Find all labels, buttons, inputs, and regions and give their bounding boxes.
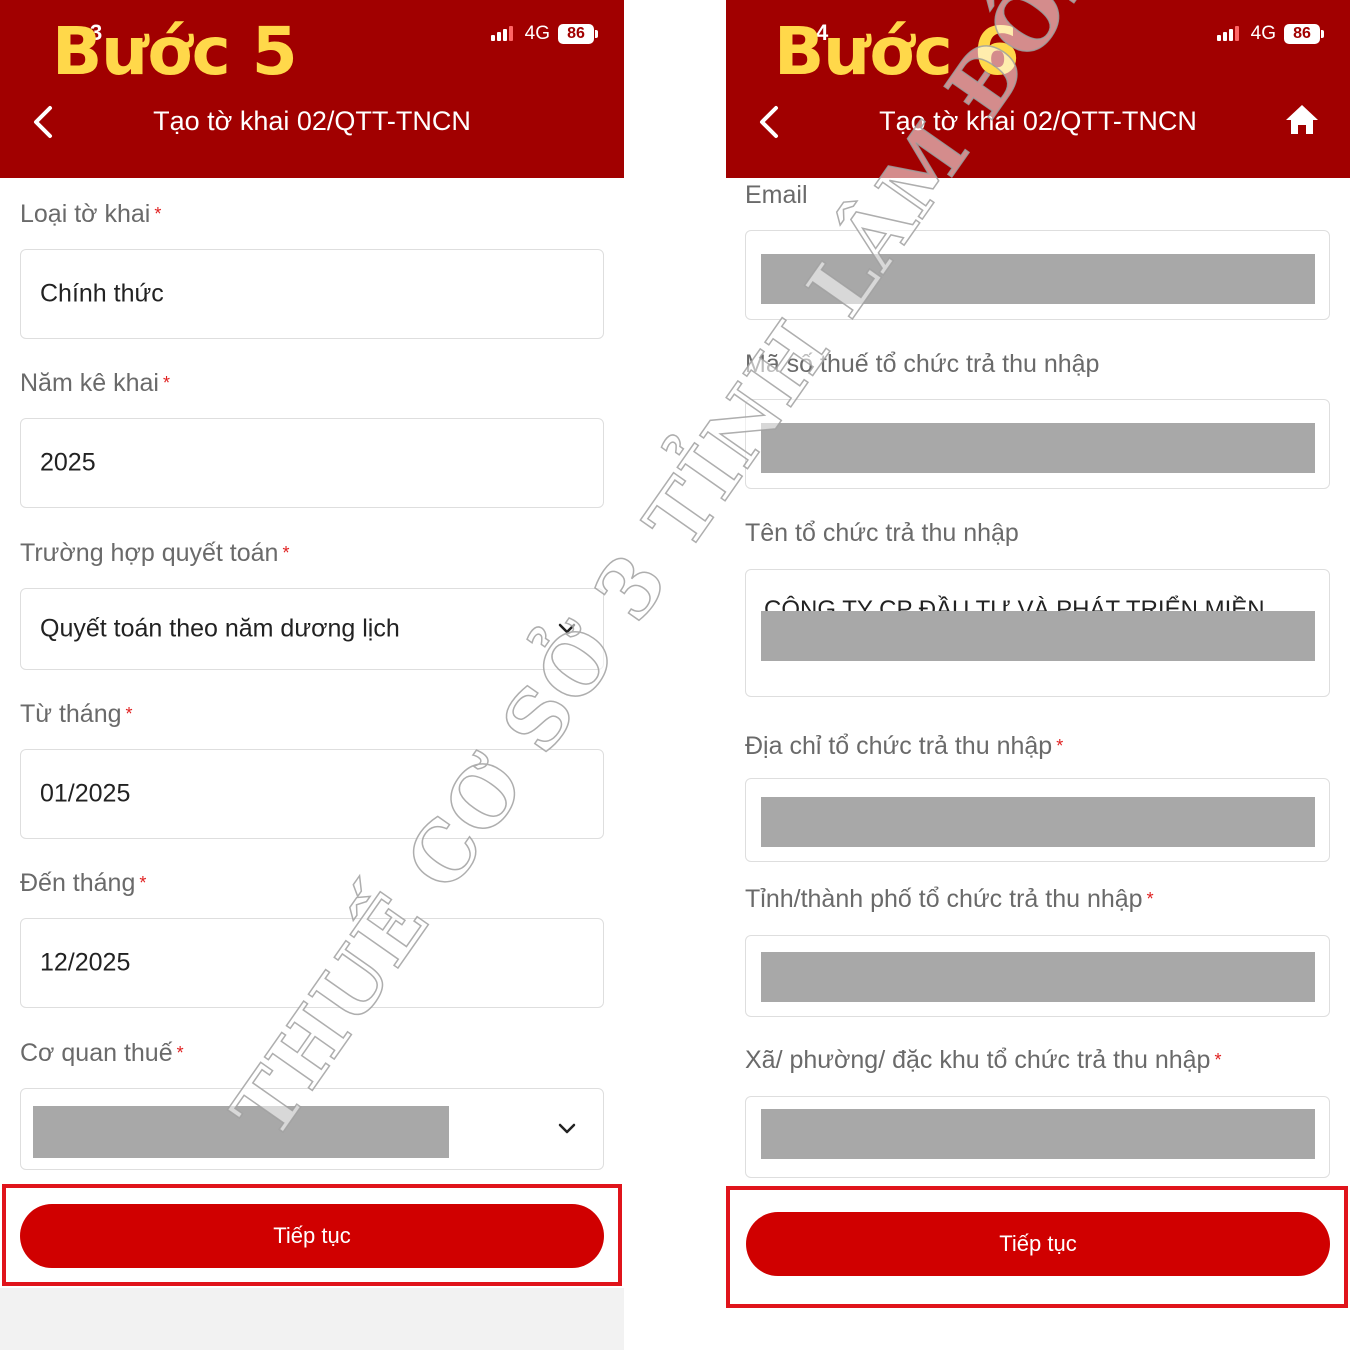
payer-address-field[interactable]: [745, 778, 1330, 862]
from-month-value: 01/2025: [40, 779, 131, 808]
status-bar: 4G 86: [490, 22, 598, 46]
field-label-to-month: Đến tháng *: [20, 869, 147, 897]
year-value: 2025: [40, 448, 96, 477]
field-label-payer-address: Địa chỉ tổ chức trả thu nhập *: [745, 732, 1064, 760]
from-month-field[interactable]: 01/2025: [20, 749, 604, 839]
app-header: 3 Bước 5 4G 86 Tạo tờ khai 02/QTT-TNCN: [0, 0, 624, 178]
field-label-year: Năm kê khai *: [20, 369, 170, 397]
redacted-tax-code: [761, 423, 1315, 473]
field-label-declaration-type: Loại tờ khai *: [20, 200, 162, 228]
payer-province-field[interactable]: [745, 935, 1330, 1017]
declaration-type-field[interactable]: Chính thức: [20, 249, 604, 339]
email-field[interactable]: [745, 230, 1330, 320]
settlement-case-value: Quyết toán theo năm dương lịch: [40, 614, 400, 643]
home-icon[interactable]: [1282, 100, 1322, 140]
network-label: 4G: [1250, 23, 1276, 44]
signal-icon: [490, 25, 517, 43]
page-title: Tạo tờ khai 02/QTT-TNCN: [879, 106, 1197, 136]
field-label-payer-ward: Xã/ phường/ đặc khu tổ chức trả thu nhập…: [745, 1046, 1222, 1074]
battery-level: 86: [567, 25, 585, 42]
bottom-bar: [0, 1288, 624, 1350]
redacted-payer-name: [761, 611, 1315, 661]
field-label-payer-tax-code: Mã số thuế tổ chức trả thu nhập: [745, 350, 1100, 378]
redacted-province: [761, 952, 1315, 1002]
field-label-from-month: Từ tháng *: [20, 700, 133, 728]
redacted-email: [761, 254, 1315, 304]
field-label-payer-province: Tỉnh/thành phố tổ chức trả thu nhập *: [745, 885, 1154, 913]
redacted-address: [761, 797, 1315, 847]
payer-tax-code-field[interactable]: [745, 399, 1330, 489]
continue-button[interactable]: Tiếp tục: [20, 1204, 604, 1268]
battery-icon: 86: [558, 24, 598, 44]
to-month-field[interactable]: 12/2025: [20, 918, 604, 1008]
payer-ward-field[interactable]: [745, 1096, 1330, 1178]
field-label-settlement-case: Trường hợp quyết toán *: [20, 539, 290, 567]
signal-icon: [1216, 25, 1243, 43]
battery-icon: 86: [1284, 24, 1324, 44]
field-label-payer-name: Tên tổ chức trả thu nhập: [745, 519, 1019, 547]
redacted-tax-office: [33, 1106, 449, 1158]
field-label-tax-office: Cơ quan thuế *: [20, 1039, 184, 1067]
settlement-case-select[interactable]: Quyết toán theo năm dương lịch: [20, 588, 604, 670]
app-header: 4 Bước 6 4G 86 Tạo tờ khai 02/QTT-TNCN: [726, 0, 1350, 178]
continue-button[interactable]: Tiếp tục: [746, 1212, 1330, 1276]
to-month-value: 12/2025: [40, 948, 131, 977]
field-label-email: Email: [745, 181, 808, 209]
step-6-screen: 4 Bước 6 4G 86 Tạo tờ khai 02/QTT-TNCN E…: [726, 0, 1350, 1350]
panel-gap: [624, 0, 726, 1350]
year-field[interactable]: 2025: [20, 418, 604, 508]
payer-name-field[interactable]: CÔNG TY CP ĐẦU TƯ VÀ PHÁT TRIỂN MIỀN: [745, 569, 1330, 697]
step-title: Bước 6: [774, 13, 1020, 90]
chevron-down-icon: [558, 623, 576, 634]
chevron-down-icon: [558, 1123, 576, 1134]
step-title: Bước 5: [52, 13, 298, 90]
redacted-ward: [761, 1109, 1315, 1159]
tax-office-select[interactable]: [20, 1088, 604, 1170]
declaration-type-value: Chính thức: [40, 279, 164, 308]
battery-level: 86: [1293, 25, 1311, 42]
step-5-screen: 3 Bước 5 4G 86 Tạo tờ khai 02/QTT-TNCN L…: [0, 0, 624, 1350]
network-label: 4G: [524, 23, 550, 44]
status-bar: 4G 86: [1216, 22, 1324, 46]
page-title: Tạo tờ khai 02/QTT-TNCN: [153, 106, 471, 136]
